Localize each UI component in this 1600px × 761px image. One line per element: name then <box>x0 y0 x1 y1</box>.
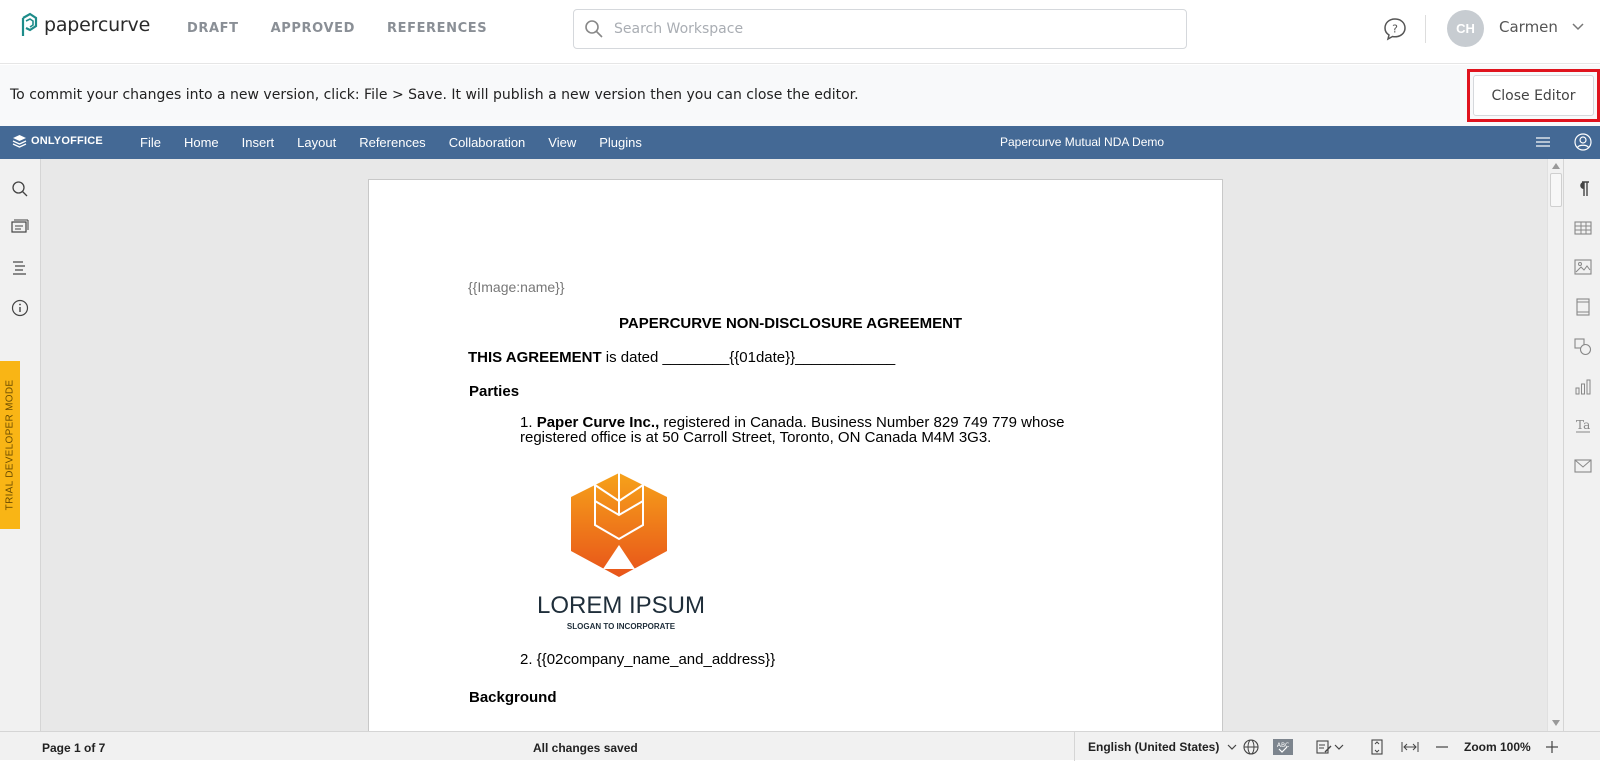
agreement-bold: THIS AGREEMENT <box>468 349 602 366</box>
commit-info-bar: To commit your changes into a new versio… <box>0 65 1600 126</box>
menu-layout[interactable]: Layout <box>297 135 336 150</box>
track-changes-icon[interactable] <box>1316 739 1332 755</box>
onlyoffice-brand: ONLYOFFICE <box>31 135 103 147</box>
onlyoffice-logo: ONLYOFFICE <box>12 134 103 148</box>
agreement-date: is dated ________{{01date}}____________ <box>601 349 896 366</box>
comments-icon[interactable] <box>11 219 29 237</box>
commit-instructions: To commit your changes into a new versio… <box>10 87 859 103</box>
editor-menu: File Home Insert Layout References Colla… <box>140 135 665 150</box>
logo-name-text: LOREM IPSUM <box>539 592 705 619</box>
menu-references[interactable]: References <box>359 135 425 150</box>
menu-collaboration[interactable]: Collaboration <box>449 135 526 150</box>
right-sidebar: Ta <box>1563 159 1600 731</box>
svg-text:Ta: Ta <box>1576 418 1590 432</box>
nav-approved[interactable]: APPROVED <box>271 21 355 36</box>
hamburger-icon[interactable] <box>1535 135 1551 149</box>
layers-icon <box>12 135 27 148</box>
search-icon[interactable] <box>11 180 29 198</box>
shape-icon[interactable] <box>1574 338 1592 356</box>
save-status: All changes saved <box>533 741 638 755</box>
avatar[interactable]: CH <box>1447 10 1484 47</box>
papercurve-logo[interactable]: papercurve <box>20 12 150 38</box>
chart-icon[interactable] <box>1574 378 1592 396</box>
user-name[interactable]: Carmen <box>1499 18 1558 36</box>
scroll-down-icon[interactable] <box>1551 719 1561 727</box>
logo-slogan-text: SLOGAN TO INCORPORATE <box>567 622 676 631</box>
nav-references[interactable]: REFERENCES <box>387 21 487 36</box>
menu-home[interactable]: Home <box>184 135 219 150</box>
globe-icon[interactable] <box>1243 739 1259 755</box>
table-icon[interactable] <box>1574 219 1592 237</box>
trial-mode-label: TRIAL DEVELOPER MODE <box>4 379 16 511</box>
mail-merge-icon[interactable] <box>1574 457 1592 475</box>
workspace-search <box>573 9 1187 49</box>
page-count[interactable]: Page 1 of 7 <box>42 741 105 755</box>
text-art-icon[interactable]: Ta <box>1574 417 1592 435</box>
scroll-thumb[interactable] <box>1550 173 1562 207</box>
svg-text:ABC: ABC <box>1277 742 1289 749</box>
chevron-down-icon[interactable] <box>1227 739 1237 755</box>
image-placeholder: {{Image:name}} <box>468 279 565 295</box>
zoom-level: Zoom 100% <box>1464 740 1531 754</box>
header-divider <box>1425 15 1426 43</box>
nav-draft[interactable]: DRAFT <box>187 21 239 36</box>
document-page[interactable]: {{Image:name}} PAPERCURVE NON-DISCLOSURE… <box>368 179 1223 739</box>
fit-width-icon[interactable] <box>1400 739 1420 755</box>
fit-page-icon[interactable] <box>1369 739 1385 755</box>
header-footer-icon[interactable] <box>1574 298 1592 316</box>
search-input[interactable] <box>614 21 1174 37</box>
zoom-in-icon[interactable] <box>1544 739 1560 755</box>
help-icon[interactable]: ? <box>1382 16 1408 42</box>
chevron-down-icon[interactable] <box>1571 20 1585 34</box>
close-editor-button[interactable]: Close Editor <box>1473 75 1594 116</box>
image-icon[interactable] <box>1574 258 1592 276</box>
paragraph-icon[interactable] <box>1574 180 1592 198</box>
scroll-up-icon[interactable] <box>1551 162 1561 170</box>
vertical-scrollbar[interactable] <box>1547 159 1563 731</box>
lorem-ipsum-logo: LOREM IPSUM SLOGAN TO INCORPORATE <box>539 473 705 631</box>
menu-file[interactable]: File <box>140 135 161 150</box>
navigation-icon[interactable] <box>11 259 29 277</box>
info-icon[interactable] <box>11 299 29 317</box>
background-heading: Background <box>469 689 557 706</box>
zoom-out-icon[interactable] <box>1434 739 1450 755</box>
logo-text: papercurve <box>44 14 151 36</box>
spell-check-icon[interactable]: ABC <box>1273 739 1293 755</box>
editor-area: TRIAL DEVELOPER MODE {{Image:name}} PAPE… <box>0 159 1600 739</box>
menu-plugins[interactable]: Plugins <box>599 135 642 150</box>
party-1-address: registered office is at 50 Carroll Stree… <box>520 429 992 446</box>
menu-insert[interactable]: Insert <box>242 135 275 150</box>
papercurve-logo-icon <box>21 12 38 36</box>
search-icon <box>585 20 603 38</box>
trial-mode-badge: TRIAL DEVELOPER MODE <box>0 361 20 529</box>
agreement-line: THIS AGREEMENT is dated ________{{01date… <box>468 349 895 366</box>
status-bar: Page 1 of 7 All changes saved English (U… <box>0 731 1600 761</box>
status-divider <box>1074 732 1075 761</box>
app-header: papercurve DRAFT APPROVED REFERENCES ? C… <box>0 0 1600 64</box>
main-nav: DRAFT APPROVED REFERENCES <box>187 21 519 36</box>
menu-view[interactable]: View <box>548 135 576 150</box>
parties-heading: Parties <box>469 383 520 400</box>
party-2: 2. {{02company_name_and_address}} <box>520 651 776 668</box>
chevron-down-icon[interactable] <box>1334 739 1344 755</box>
svg-text:?: ? <box>1392 23 1398 36</box>
language-select[interactable]: English (United States) <box>1088 740 1219 754</box>
user-circle-icon[interactable] <box>1574 133 1592 151</box>
document-title: PAPERCURVE NON-DISCLOSURE AGREEMENT <box>619 315 963 332</box>
onlyoffice-toolbar: ONLYOFFICE File Home Insert Layout Refer… <box>0 126 1600 159</box>
document-name: Papercurve Mutual NDA Demo <box>1000 135 1165 149</box>
